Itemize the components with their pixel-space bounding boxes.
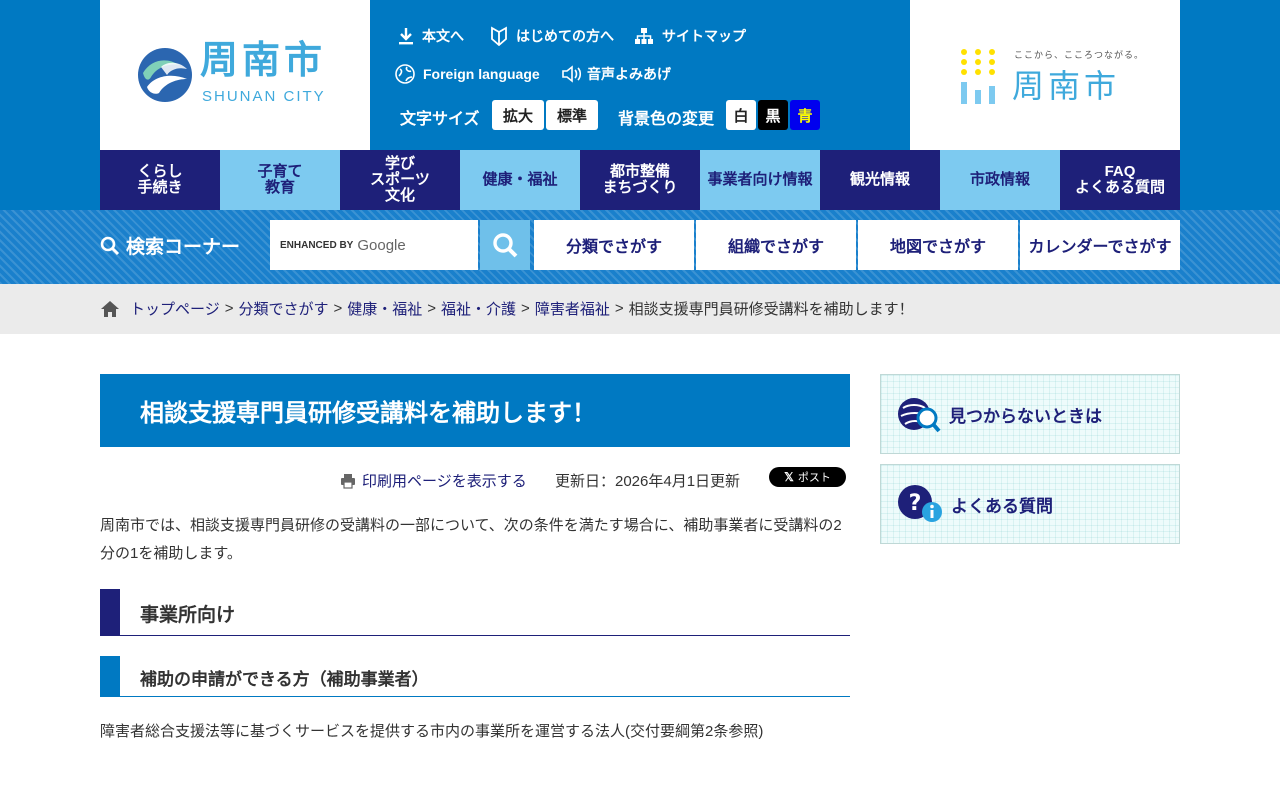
meta-row: 印刷用ページを表示する 更新日：2026年4月1日更新 𝕏 ポスト	[100, 466, 850, 496]
breadcrumb-link-top[interactable]: トップページ	[130, 298, 220, 319]
voice-reader-label: 音声よみあげ	[587, 66, 671, 82]
nav-side-fill	[1180, 150, 1280, 210]
find-by-map-button[interactable]: 地図でさがす	[858, 220, 1018, 270]
breadcrumb-link-category[interactable]: 分類でさがす	[238, 298, 328, 319]
nav-item-city-admin[interactable]: 市政情報	[940, 150, 1060, 210]
globe-icon	[395, 64, 415, 84]
nav-item-childcare[interactable]: 子育て 教育	[220, 150, 340, 210]
print-page-link[interactable]: 印刷用ページを表示する	[340, 470, 527, 491]
svg-text:?: ?	[909, 491, 922, 516]
search-button[interactable]	[480, 220, 530, 270]
printer-icon	[341, 473, 355, 489]
skip-to-content-label: 本文へ	[422, 28, 464, 44]
x-post-button[interactable]: 𝕏 ポスト	[769, 467, 846, 487]
heading-accent-bar	[100, 589, 120, 635]
skip-to-content-link[interactable]: 本文へ	[398, 26, 464, 46]
voice-reader-link[interactable]: 音声よみあげ	[561, 64, 671, 84]
enhanced-by-label: ENHANCED BY	[280, 239, 354, 251]
nav-item-urban[interactable]: 都市整備 まちづくり	[580, 150, 700, 210]
faq-question-icon: ?	[898, 485, 942, 522]
page-title: 相談支援専門員研修受講料を補助します！	[100, 374, 850, 447]
heading-accent-bar	[100, 656, 120, 696]
breadcrumb: トップページ > 分類でさがす > 健康・福祉 > 福祉・介護 > 障害者福祉 …	[100, 298, 914, 319]
foreign-language-label: Foreign language	[423, 66, 540, 82]
bg-white-button[interactable]: 白	[726, 100, 756, 130]
not-found-help-link[interactable]: 見つからないときは	[880, 374, 1180, 454]
not-found-help-label: 見つからないときは	[949, 406, 1102, 426]
search-corner-title: 検索コーナー	[100, 232, 240, 259]
home-icon	[101, 300, 119, 317]
bg-color-label: 背景色の変更	[618, 111, 715, 128]
search-icon	[493, 233, 518, 258]
breadcrumb-link-welfare[interactable]: 福祉・介護	[441, 298, 516, 319]
nav-item-health[interactable]: 健康・福祉	[460, 150, 580, 210]
global-nav: くらし 手続き 子育て 教育 学び スポーツ 文化 健康・福祉 都市整備 まちづ…	[100, 150, 1180, 210]
beginner-mark-icon	[491, 26, 507, 46]
site-logo[interactable]: 周南市 SHUNAN CITY	[100, 0, 370, 150]
faq-link[interactable]: ? よくある質問	[880, 464, 1180, 544]
brand-tagline: ここから、こころつながる。	[1014, 51, 1145, 61]
nav-side-fill	[0, 150, 100, 210]
section-heading: 事業所向け	[100, 589, 850, 636]
nav-item-faq[interactable]: FAQ よくある質問	[1060, 150, 1180, 210]
breadcrumb-separator: >	[224, 300, 234, 317]
subsection-heading-text: 補助の申請ができる方（補助事業者）	[140, 670, 429, 689]
eligibility-text: 障害者総合支援法等に基づくサービスを提供する市内の事業所を運営する法人(交付要綱…	[100, 723, 764, 740]
font-size-standard-button[interactable]: 標準	[546, 100, 598, 130]
breadcrumb-separator: >	[333, 300, 343, 317]
logo-subtitle: SHUNAN CITY	[202, 88, 326, 105]
google-label: Google	[357, 236, 406, 254]
font-size-label: 文字サイズ	[400, 111, 480, 128]
bg-blue-button[interactable]: 青	[790, 100, 820, 130]
breadcrumb-link-health[interactable]: 健康・福祉	[347, 298, 422, 319]
breadcrumb-separator: >	[614, 300, 624, 317]
breadcrumb-bar: トップページ > 分類でさがす > 健康・福祉 > 福祉・介護 > 障害者福祉 …	[0, 284, 1280, 334]
find-by-organization-button[interactable]: 組織でさがす	[696, 220, 856, 270]
nav-item-living[interactable]: くらし 手続き	[100, 150, 220, 210]
brand-name: 周南市	[1012, 67, 1121, 105]
updated-date: 更新日：2026年4月1日更新	[555, 473, 741, 490]
faq-label: よくある質問	[951, 496, 1053, 516]
print-page-label: 印刷用ページを表示する	[362, 473, 527, 490]
nav-item-learning[interactable]: 学び スポーツ 文化	[340, 150, 460, 210]
breadcrumb-current: 相談支援専門員研修受講料を補助します！	[628, 301, 914, 318]
x-logo-icon: 𝕏	[784, 470, 794, 484]
x-post-label: ポスト	[797, 472, 831, 484]
magnifier-icon	[100, 236, 120, 255]
font-size-large-button[interactable]: 拡大	[492, 100, 544, 130]
logo-name: 周南市	[200, 38, 327, 82]
sitemap-icon	[635, 28, 653, 44]
foreign-language-link[interactable]: Foreign language	[395, 64, 540, 84]
section-heading-text: 事業所向け	[140, 605, 236, 626]
search-input[interactable]: ENHANCED BY Google	[270, 220, 478, 270]
search-corner: 検索コーナー ENHANCED BY Google 分類でさがす 組織でさがす …	[0, 210, 1280, 284]
breadcrumb-link-disability[interactable]: 障害者福祉	[535, 298, 610, 319]
intro-paragraph: 周南市では、相談支援専門員研修の受講料の一部について、次の条件を満たす場合に、補…	[100, 517, 842, 562]
bg-black-button[interactable]: 黒	[758, 100, 788, 130]
logo-mark-icon	[138, 48, 192, 102]
find-by-category-button[interactable]: 分類でさがす	[534, 220, 694, 270]
first-time-visitors-link[interactable]: はじめての方へ	[490, 26, 614, 46]
search-corner-label: 検索コーナー	[126, 237, 241, 258]
city-brand-logo: ここから、こころつながる。 周南市	[910, 0, 1180, 150]
first-time-visitors-label: はじめての方へ	[516, 28, 614, 44]
sitemap-link[interactable]: サイトマップ	[634, 26, 746, 46]
breadcrumb-separator: >	[521, 300, 530, 317]
nav-item-tourism[interactable]: 観光情報	[820, 150, 940, 210]
download-arrow-icon	[399, 28, 413, 45]
brand-dots-icon	[961, 49, 995, 104]
search-help-icon	[898, 398, 941, 433]
subsection-heading: 補助の申請ができる方（補助事業者）	[100, 656, 850, 697]
sitemap-label: サイトマップ	[662, 28, 746, 44]
nav-item-business[interactable]: 事業者向け情報	[700, 150, 820, 210]
breadcrumb-separator: >	[427, 300, 437, 317]
speaker-icon	[562, 65, 582, 83]
find-by-calendar-button[interactable]: カレンダーでさがす	[1020, 220, 1180, 270]
